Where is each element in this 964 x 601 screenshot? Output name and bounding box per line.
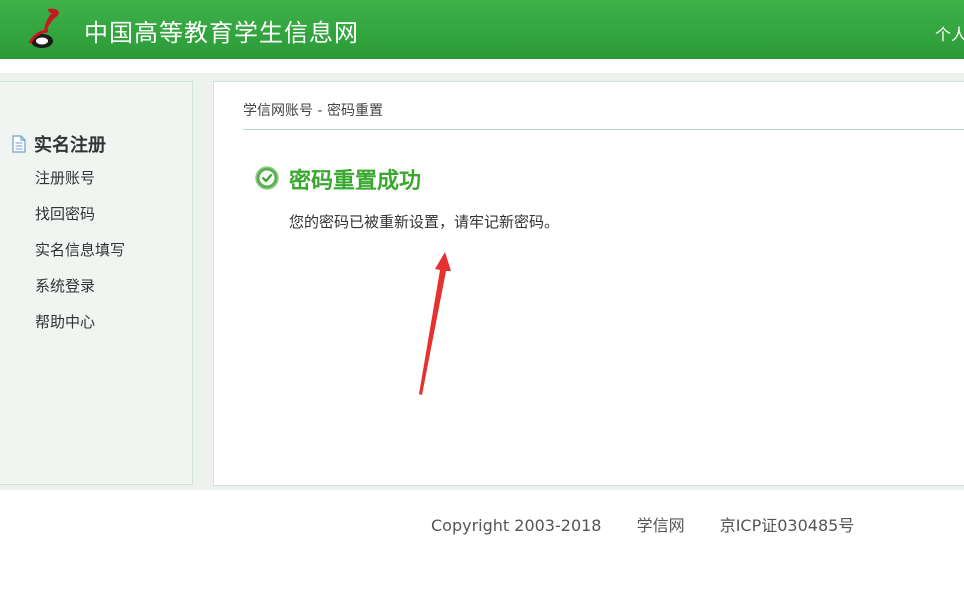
footer-copyright: Copyright 2003-2018: [431, 516, 602, 535]
personal-center-link[interactable]: 个人: [935, 21, 964, 45]
success-title: 密码重置成功: [289, 169, 422, 194]
sidebar-item-recover-password[interactable]: 找回密码: [35, 202, 125, 238]
success-message: 您的密码已被重新设置，请牢记新密码。: [289, 213, 560, 231]
site-header: 中国高等教育学生信息网 个人: [0, 0, 964, 59]
sidebar-item-register-account[interactable]: 注册账号: [35, 166, 125, 202]
logo-icon[interactable]: [24, 5, 68, 53]
sidebar-item-real-name-info[interactable]: 实名信息填写: [35, 238, 125, 274]
check-circle-icon: [255, 166, 279, 190]
main-panel: 学信网账号 - 密码重置 密码重置成功 您的密码已被重新设置，请牢记新密码。: [213, 81, 964, 486]
sidebar-item-system-login[interactable]: 系统登录: [35, 274, 125, 310]
footer-icp-link[interactable]: 京ICP证030485号: [720, 516, 855, 535]
sidebar-menu: 注册账号 找回密码 实名信息填写 系统登录 帮助中心: [35, 166, 125, 346]
document-icon: [12, 135, 26, 153]
footer-site-link[interactable]: 学信网: [637, 516, 685, 535]
sidebar-title: 实名注册: [34, 135, 106, 156]
breadcrumb: 学信网账号 - 密码重置: [243, 103, 383, 119]
footer: Copyright 2003-2018 学信网 京ICP证030485号: [431, 512, 854, 536]
sidebar-item-help-center[interactable]: 帮助中心: [35, 310, 125, 346]
site-title: 中国高等教育学生信息网: [84, 19, 359, 47]
breadcrumb-divider: [243, 129, 964, 130]
sidebar: 实名注册 注册账号 找回密码 实名信息填写 系统登录 帮助中心: [0, 81, 193, 485]
sidebar-header: 实名注册: [11, 131, 106, 157]
